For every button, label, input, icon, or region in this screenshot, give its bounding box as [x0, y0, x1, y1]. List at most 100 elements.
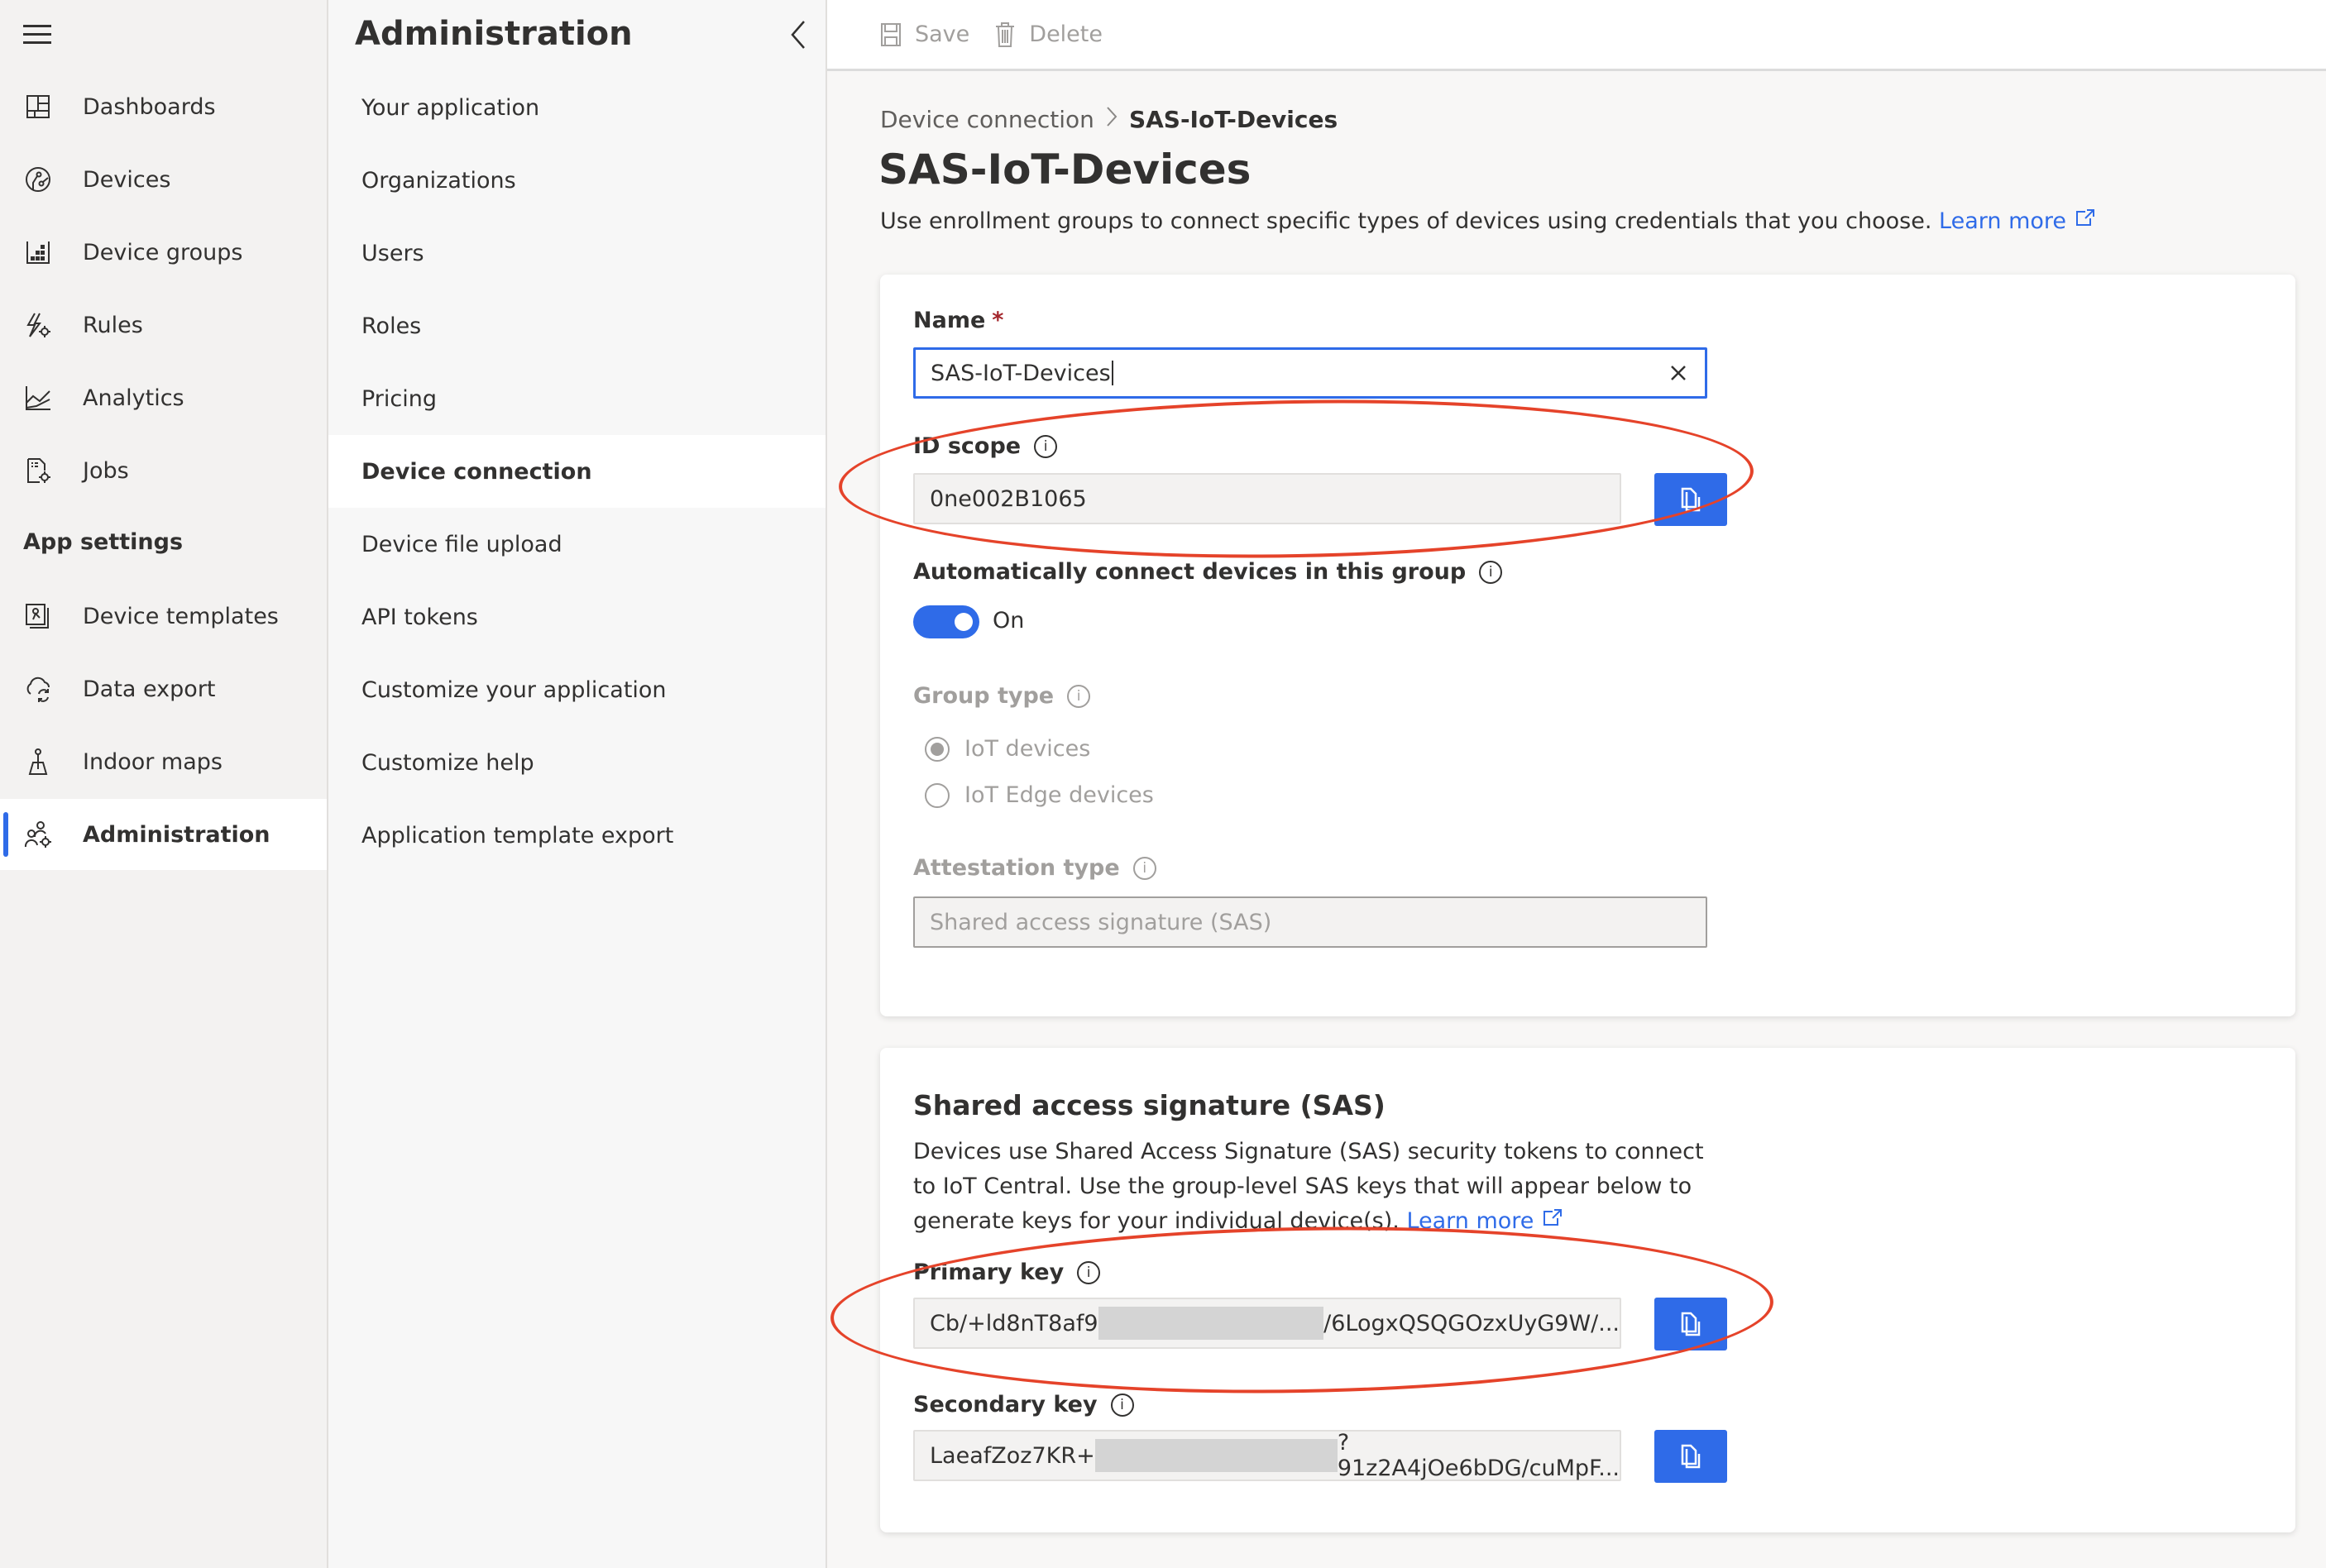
admin-panel-title: Administration	[355, 15, 633, 53]
command-bar: Save Delete	[827, 0, 2326, 71]
nav-item-device-templates[interactable]: Device templates	[0, 581, 327, 652]
app-settings-heading: App settings	[23, 529, 184, 555]
radio-selected-icon	[925, 736, 950, 762]
copy-id-scope-button[interactable]	[1654, 473, 1727, 526]
radio-iot-edge-devices[interactable]: IoT Edge devices	[925, 782, 1154, 808]
admin-item-users[interactable]: Users	[328, 217, 826, 289]
primary-key-label: Primary key i	[913, 1260, 1101, 1285]
name-input[interactable]: SAS-IoT-Devices	[913, 347, 1707, 399]
sas-learn-more-link[interactable]: Learn more	[1406, 1208, 1563, 1234]
secondary-key-field[interactable]: LaeafZoz7KR+ ?91z2A4jOe6bDG/cuMpF...	[913, 1430, 1621, 1481]
info-icon[interactable]: i	[1110, 1393, 1134, 1417]
nav-item-device-groups[interactable]: Device groups	[0, 217, 327, 288]
learn-more-label: Learn more	[1406, 1208, 1534, 1234]
primary-key-suffix: /6LogxQSQGOzxUyG9W/...	[1323, 1310, 1620, 1336]
info-icon[interactable]: i	[1034, 434, 1058, 458]
primary-key-field[interactable]: Cb/+ld8nT8af9/6LogxQSQGOzxUyG9W/...	[913, 1298, 1621, 1349]
chevron-left-icon	[791, 21, 805, 49]
id-scope-field[interactable]: 0ne002B1065	[913, 473, 1621, 524]
id-scope-label: ID scope i	[913, 433, 1058, 459]
sas-description: Devices use Shared Access Signature (SAS…	[913, 1135, 1707, 1239]
toggle-state-label: On	[993, 608, 1025, 633]
admin-item-customize-help[interactable]: Customize help	[328, 726, 826, 799]
device-groups-icon	[22, 236, 55, 269]
admin-item-device-connection[interactable]: Device connection	[328, 435, 826, 508]
chevron-right-icon	[1106, 106, 1118, 133]
administration-icon	[22, 818, 55, 851]
copy-icon	[1681, 1312, 1701, 1336]
admin-item-pricing[interactable]: Pricing	[328, 362, 826, 435]
admin-item-device-file-upload[interactable]: Device file upload	[328, 508, 826, 581]
info-icon[interactable]: i	[1077, 1260, 1101, 1284]
save-label: Save	[915, 22, 970, 47]
nav-label: Administration	[83, 821, 270, 848]
copy-icon	[1681, 1444, 1701, 1469]
info-icon[interactable]: i	[1132, 856, 1156, 880]
sas-section-title: Shared access signature (SAS)	[913, 1089, 1386, 1121]
id-scope-label-text: ID scope	[913, 433, 1022, 459]
learn-more-link[interactable]: Learn more	[1939, 208, 2095, 234]
radio-label: IoT devices	[964, 736, 1091, 762]
name-label: Name *	[913, 308, 1003, 333]
copy-primary-key-button[interactable]	[1654, 1298, 1727, 1350]
sas-description-text: Devices use Shared Access Signature (SAS…	[913, 1139, 1704, 1234]
nav-item-jobs[interactable]: Jobs	[0, 435, 327, 506]
page-title: SAS-IoT-Devices	[878, 146, 1252, 194]
save-icon	[881, 22, 901, 46]
group-type-label-text: Group type	[913, 683, 1055, 709]
secondary-key-label: Secondary key i	[913, 1392, 1134, 1417]
info-icon[interactable]: i	[1479, 560, 1503, 584]
nav-label: Devices	[83, 166, 171, 193]
clear-icon[interactable]	[1667, 361, 1690, 385]
nav-item-indoor-maps[interactable]: Indoor maps	[0, 726, 327, 797]
delete-button[interactable]: Delete	[994, 22, 1103, 48]
nav-item-analytics[interactable]: Analytics	[0, 362, 327, 433]
trash-icon	[996, 22, 1015, 47]
nav-item-devices[interactable]: Devices	[0, 144, 327, 215]
redaction-block	[1098, 1307, 1324, 1340]
info-icon[interactable]: i	[1067, 684, 1091, 708]
auto-connect-label: Automatically connect devices in this gr…	[913, 559, 1503, 585]
subtitle-text: Use enrollment groups to connect specifi…	[880, 208, 1932, 234]
primary-key-label-text: Primary key	[913, 1260, 1065, 1285]
admin-item-roles[interactable]: Roles	[328, 289, 826, 362]
breadcrumb-device-connection[interactable]: Device connection	[880, 106, 1094, 133]
primary-key-prefix: Cb/+ld8nT8af9	[930, 1310, 1098, 1336]
name-input-value: SAS-IoT-Devices	[931, 360, 1111, 386]
admin-item-organizations[interactable]: Organizations	[328, 144, 826, 217]
hamburger-menu-icon[interactable]	[23, 25, 51, 45]
nav-item-dashboards[interactable]: Dashboards	[0, 71, 327, 142]
nav-label: Indoor maps	[83, 748, 223, 775]
nav-item-administration[interactable]: Administration	[0, 799, 327, 870]
administration-panel: Administration Your application Organiza…	[328, 0, 827, 1568]
admin-item-your-application[interactable]: Your application	[328, 71, 826, 144]
save-button[interactable]: Save	[880, 22, 969, 47]
nav-item-data-export[interactable]: Data export	[0, 653, 327, 724]
copy-icon	[1681, 487, 1701, 512]
attestation-type-label: Attestation type i	[913, 855, 1156, 881]
admin-item-application-template-export[interactable]: Application template export	[328, 799, 826, 872]
indoor-maps-icon	[22, 745, 55, 778]
secondary-key-prefix: LaeafZoz7KR+	[930, 1442, 1095, 1469]
page-subtitle: Use enrollment groups to connect specifi…	[880, 208, 2095, 234]
nav-label: Analytics	[83, 385, 184, 411]
secondary-key-label-text: Secondary key	[913, 1392, 1098, 1417]
copy-secondary-key-button[interactable]	[1654, 1430, 1727, 1483]
admin-item-api-tokens[interactable]: API tokens	[328, 581, 826, 653]
required-mark: *	[992, 308, 1004, 333]
admin-item-customize-application[interactable]: Customize your application	[328, 653, 826, 726]
nav-label: Device groups	[83, 239, 243, 265]
nav-label: Rules	[83, 312, 143, 338]
radio-label: IoT Edge devices	[964, 782, 1154, 808]
nav-label: Jobs	[83, 457, 129, 484]
delete-label: Delete	[1029, 22, 1103, 47]
device-templates-icon	[22, 600, 55, 633]
nav-label: Device templates	[83, 603, 279, 629]
nav-item-rules[interactable]: Rules	[0, 289, 327, 361]
attestation-value: Shared access signature (SAS)	[930, 909, 1272, 935]
dashboard-icon	[22, 90, 55, 123]
collapse-panel-button[interactable]	[787, 18, 812, 51]
radio-iot-devices[interactable]: IoT devices	[925, 736, 1090, 762]
attestation-type-field: Shared access signature (SAS)	[913, 896, 1707, 948]
auto-connect-toggle[interactable]	[913, 605, 979, 638]
